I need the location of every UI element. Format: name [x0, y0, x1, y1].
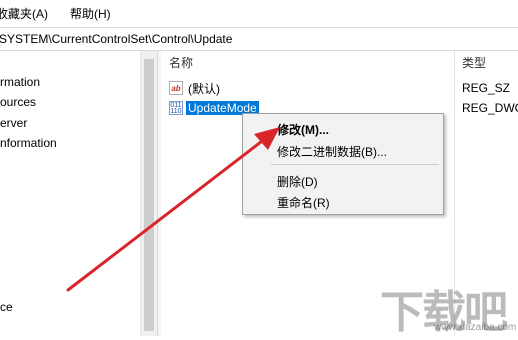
string-value-icon: ab [169, 81, 183, 95]
value-type: REG_SZ [462, 81, 511, 95]
column-header-type[interactable]: 类型 [462, 51, 486, 73]
address-path[interactable]: SYSTEM\CurrentControlSet\Control\Update [0, 32, 232, 46]
menu-separator [271, 164, 439, 165]
tree-item[interactable]: rmation [0, 75, 40, 89]
tree-vertical-scrollbar[interactable] [140, 51, 158, 336]
menu-item-modify[interactable]: 修改(M)... [277, 121, 329, 138]
menu-favorites[interactable]: 收藏夹(A) [0, 5, 56, 22]
watermark-logo: 下载吧 www.xiazaiba.com [380, 276, 518, 337]
watermark-url: www.xiazaiba.com [434, 322, 517, 333]
key-tree[interactable]: rmation ources erver nformation ce [0, 51, 140, 336]
menu-help[interactable]: 帮助(H) [70, 5, 119, 22]
tree-item[interactable]: nformation [0, 136, 57, 150]
value-type: REG_DWC [462, 101, 518, 115]
tree-item[interactable]: ources [0, 95, 36, 109]
value-name[interactable]: (默认) [186, 80, 222, 97]
menu-item-rename[interactable]: 重命名(R) [277, 194, 330, 211]
menu-item-delete[interactable]: 删除(D) [277, 173, 318, 190]
context-menu: 修改(M)... 修改二进制数据(B)... 删除(D) 重命名(R) [242, 113, 444, 215]
tree-item[interactable]: erver [0, 116, 27, 130]
menu-item-modify-binary[interactable]: 修改二进制数据(B)... [277, 143, 387, 160]
tree-item[interactable]: ce [0, 300, 13, 314]
column-header-name[interactable]: 名称 [169, 51, 193, 73]
scrollbar-thumb[interactable] [144, 59, 154, 331]
value-row[interactable]: ab (默认) [169, 79, 222, 97]
address-bar[interactable]: SYSTEM\CurrentControlSet\Control\Update [0, 27, 518, 51]
menu-bar: 收藏夹(A) 帮助(H) [0, 0, 518, 26]
dword-value-icon: 011 110 [169, 101, 183, 115]
